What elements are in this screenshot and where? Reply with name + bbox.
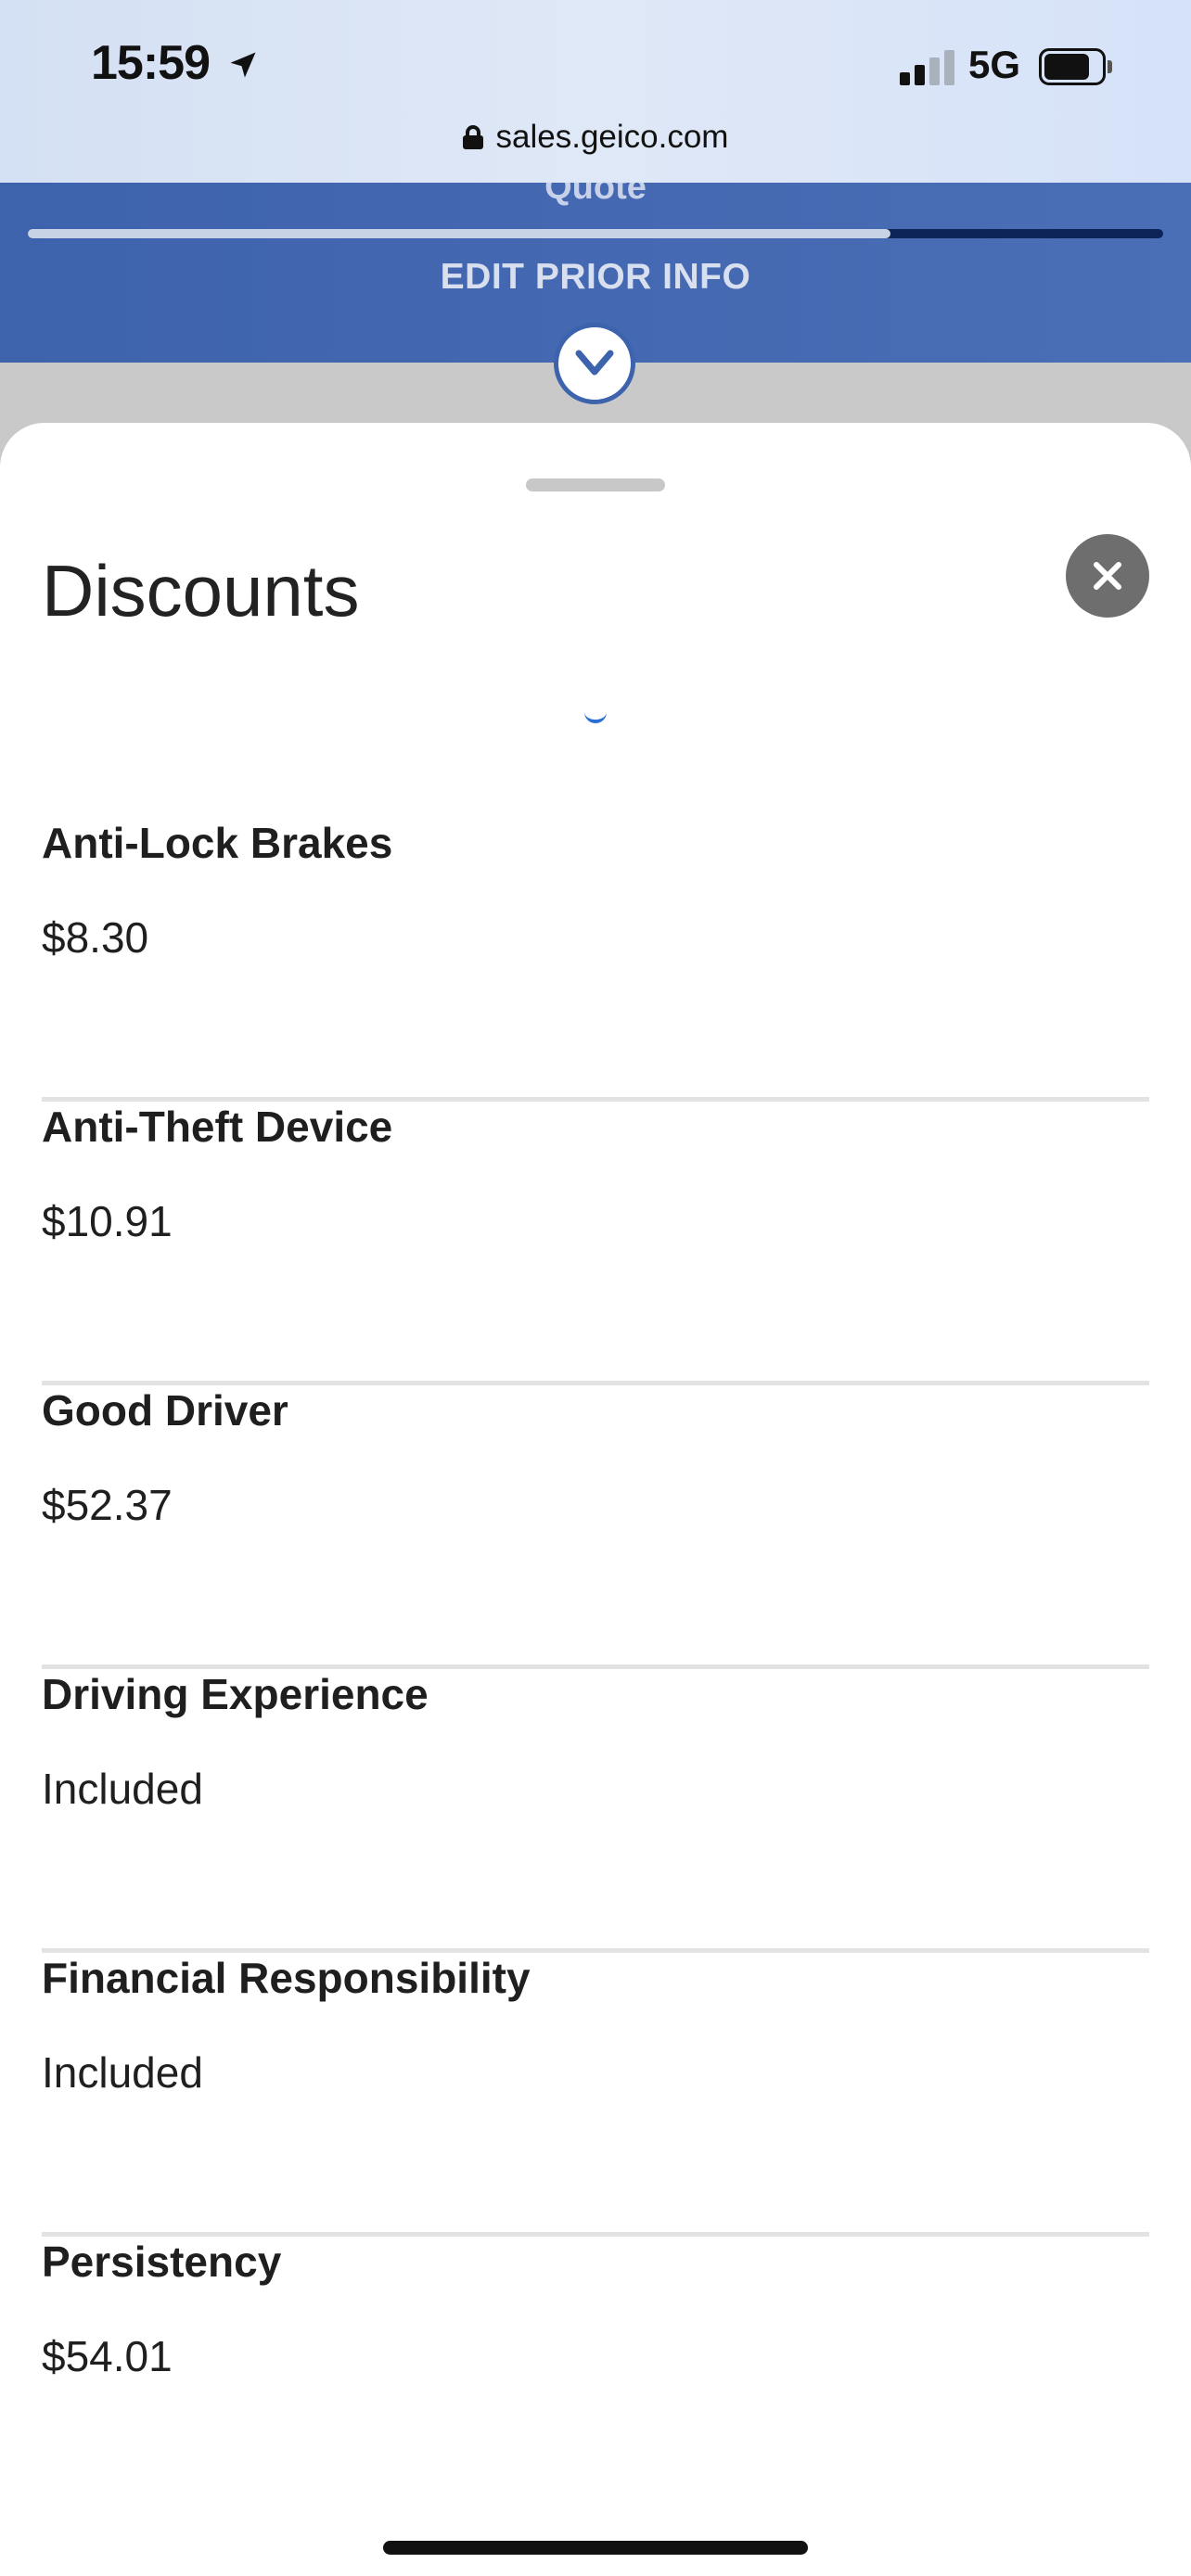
signal-icon bbox=[900, 48, 957, 85]
location-arrow-icon bbox=[230, 52, 256, 78]
close-icon[interactable] bbox=[1066, 534, 1149, 618]
discount-value: $8.30 bbox=[42, 913, 149, 962]
quote-label: Quote bbox=[544, 183, 647, 207]
discount-item: Anti-Lock Brakes $8.30 bbox=[42, 818, 1149, 1102]
discount-value: $54.01 bbox=[42, 2332, 173, 2380]
discount-name: Anti-Theft Device bbox=[42, 1103, 393, 1151]
home-indicator[interactable] bbox=[383, 2541, 808, 2555]
discount-item: Persistency $54.01 bbox=[42, 2237, 1149, 2520]
progress-fill bbox=[28, 229, 891, 238]
edit-prior-info-link[interactable]: EDIT PRIOR INFO bbox=[0, 257, 1191, 298]
discount-item: Anti-Theft Device $10.91 bbox=[42, 1102, 1149, 1385]
url-bar[interactable]: sales.geico.com bbox=[0, 119, 1191, 156]
discount-value: $52.37 bbox=[42, 1481, 173, 1529]
discount-name: Anti-Lock Brakes bbox=[42, 819, 393, 867]
battery-icon bbox=[1039, 48, 1112, 85]
browser-top-bar: 15:59 5G sales.geico.com bbox=[0, 0, 1191, 183]
discount-name: Persistency bbox=[42, 2238, 282, 2286]
discount-item: Good Driver $52.37 bbox=[42, 1385, 1149, 1669]
discount-value: Included bbox=[42, 1765, 203, 1813]
lock-icon bbox=[462, 125, 483, 149]
discount-value: Included bbox=[42, 2048, 203, 2097]
discount-name: Good Driver bbox=[42, 1386, 288, 1435]
chevron-down-icon[interactable] bbox=[554, 323, 635, 404]
discount-item: Financial Responsibility Included bbox=[42, 1953, 1149, 2237]
progress-bar bbox=[28, 229, 1163, 238]
discount-item: Driving Experience Included bbox=[42, 1669, 1149, 1953]
network-type: 5G bbox=[968, 43, 1021, 86]
loading-spinner-icon bbox=[584, 712, 607, 723]
discount-name: Driving Experience bbox=[42, 1670, 429, 1718]
sheet-grabber[interactable] bbox=[526, 478, 665, 491]
sheet-title: Discounts bbox=[42, 550, 360, 631]
url-text: sales.geico.com bbox=[495, 119, 729, 155]
discount-value: $10.91 bbox=[42, 1197, 173, 1245]
discounts-sheet: Discounts Anti-Lock Brakes $8.30 Anti-Th… bbox=[0, 423, 1191, 2576]
discount-name: Financial Responsibility bbox=[42, 1954, 531, 2002]
status-time: 15:59 bbox=[91, 36, 211, 90]
